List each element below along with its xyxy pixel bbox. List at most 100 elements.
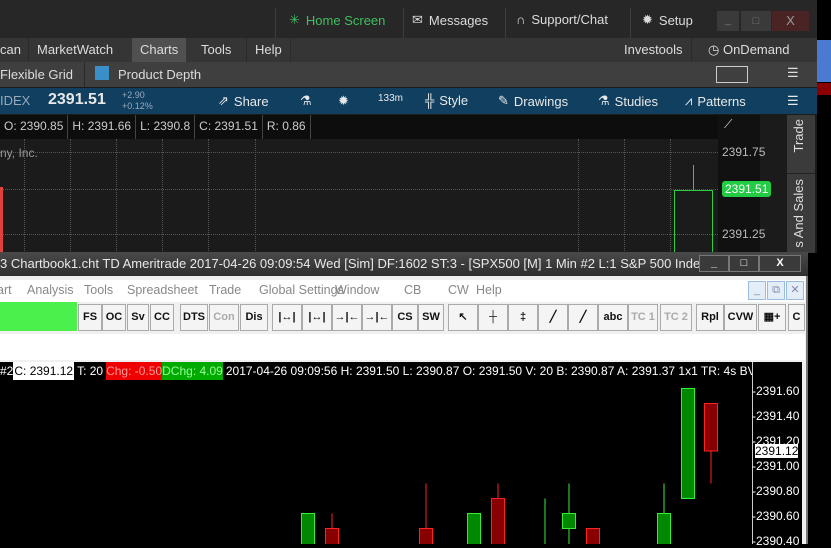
- chart-number: #2: [0, 364, 14, 378]
- close-button[interactable]: X: [759, 255, 801, 272]
- high-value: H: 2391.66: [68, 115, 137, 139]
- studies-button[interactable]: ⚗ Studies: [598, 93, 658, 109]
- toolbar-button-19[interactable]: TC 1: [628, 304, 658, 331]
- last-price-marker: 2391.51: [722, 181, 772, 197]
- toolbar-button-11[interactable]: CS: [392, 304, 418, 331]
- restore-button[interactable]: ⧉: [767, 281, 785, 300]
- tab-scan[interactable]: can: [0, 38, 29, 62]
- style-button[interactable]: ╬ Style: [425, 93, 468, 108]
- toolbar-button-2[interactable]: Sv: [127, 304, 149, 331]
- ohlc-readout: O: 2390.85 H: 2391.66 L: 2390.8 C: 2391.…: [0, 115, 718, 139]
- net-change: +2.90: [122, 90, 145, 100]
- chartbook-title-bar[interactable]: 3 Chartbook1.cht TD Ameritrade 2017-04-2…: [0, 252, 808, 276]
- axis-label: 2391.75: [722, 145, 766, 159]
- axis-label: 2391.25: [722, 227, 766, 241]
- last-price: 2391.51: [48, 91, 106, 108]
- background-window: [817, 0, 831, 544]
- menu-item-window[interactable]: Window: [335, 283, 379, 297]
- toolbar-button-1[interactable]: OC: [102, 304, 126, 331]
- toolbar-button-4[interactable]: DTS: [180, 304, 208, 331]
- lower-candlestick-chart[interactable]: [0, 380, 752, 544]
- pct-change: +0.12%: [122, 101, 153, 111]
- toolbar-button-9[interactable]: →|←: [332, 304, 362, 331]
- menu-item-help[interactable]: Help: [476, 283, 502, 297]
- candle-wick: [693, 165, 694, 190]
- toolbar-button-20[interactable]: TC 2: [660, 304, 692, 331]
- investools-link[interactable]: Investools: [616, 38, 692, 62]
- menu-icon[interactable]: ☰: [787, 93, 799, 109]
- side-tab-time-and-sales[interactable]: s And Sales: [791, 179, 806, 248]
- axis-label: -2390.40: [752, 534, 800, 548]
- menu-item-art[interactable]: art: [0, 283, 12, 297]
- layout-box[interactable]: [716, 66, 748, 83]
- menu-item-global-settings[interactable]: Global Settings: [259, 283, 344, 297]
- low-value: L: 2390.8: [136, 115, 196, 139]
- tab-marketwatch[interactable]: MarketWatch: [28, 38, 121, 62]
- flask-icon[interactable]: ⚗: [300, 93, 312, 109]
- toolbar-button-6[interactable]: Dis: [240, 304, 268, 331]
- drawings-button[interactable]: ✎ Drawings: [498, 93, 568, 109]
- minimize-button[interactable]: _: [717, 11, 739, 31]
- toolbar-button-14[interactable]: ┼: [478, 304, 508, 331]
- upper-price-chart[interactable]: ny, Inc.: [0, 139, 718, 253]
- toolbar-button-10[interactable]: →|←: [362, 304, 392, 331]
- side-tab-trade[interactable]: Trade: [791, 119, 806, 152]
- candle-body: [562, 513, 576, 529]
- menu-item-cb[interactable]: CB: [404, 283, 421, 297]
- toolbar-button-8[interactable]: |↔|: [302, 304, 332, 331]
- menu-icon[interactable]: ☰: [787, 65, 799, 81]
- flask-icon: ⚗: [598, 93, 610, 108]
- patterns-button[interactable]: ⩘ Patterns: [685, 93, 746, 109]
- candle-body: [657, 513, 671, 544]
- toolbar-button-16[interactable]: ╱: [538, 304, 568, 331]
- home-icon: ✳: [289, 12, 300, 27]
- gear-icon[interactable]: ✹: [338, 93, 349, 109]
- patterns-icon: ⩘: [685, 93, 693, 108]
- last-price-marker: 2391.12: [755, 444, 799, 458]
- minimize-button[interactable]: _: [699, 255, 729, 272]
- symbol[interactable]: IDEX: [0, 93, 30, 108]
- maximize-button[interactable]: □: [741, 11, 771, 31]
- menu-item-trade[interactable]: Trade: [209, 283, 241, 297]
- home-screen-button[interactable]: ✳ Home Screen: [289, 12, 385, 28]
- messages-button[interactable]: ✉ Messages: [412, 12, 488, 28]
- product-depth-button[interactable]: Product Depth: [118, 67, 201, 82]
- share-icon: ⇗: [218, 93, 229, 108]
- toolbar-button-5[interactable]: Con: [209, 304, 239, 331]
- toolbar-button-17[interactable]: ╱: [568, 304, 598, 331]
- aggregation-button[interactable]: 133m: [378, 93, 403, 104]
- menu-item-analysis[interactable]: Analysis: [27, 283, 74, 297]
- toolbar-button-0[interactable]: FS: [78, 304, 102, 331]
- product-depth-icon: [95, 66, 109, 80]
- maximize-button[interactable]: □: [729, 255, 759, 272]
- menu-item-cw[interactable]: CW: [448, 283, 469, 297]
- flexible-grid-button[interactable]: Flexible Grid: [0, 67, 73, 82]
- toolbar-button-21[interactable]: Rpl: [696, 304, 724, 331]
- toolbar-button-12[interactable]: SW: [418, 304, 444, 331]
- toolbar-button-7[interactable]: |↔|: [272, 304, 302, 331]
- ondemand-button[interactable]: ◷ OnDemand: [700, 38, 797, 62]
- restore-min-button[interactable]: _: [748, 281, 766, 300]
- setup-button[interactable]: ✹ Setup: [642, 12, 693, 28]
- close-child-button[interactable]: ✕: [786, 281, 804, 300]
- tab-charts[interactable]: Charts: [132, 38, 187, 62]
- toolbar-button-15[interactable]: ‡: [508, 304, 538, 331]
- toolbar-button-13[interactable]: ↖: [448, 304, 478, 331]
- tab-tools[interactable]: Tools: [193, 38, 239, 62]
- support-chat-button[interactable]: ∩ Support/Chat: [516, 12, 608, 27]
- share-button[interactable]: ⇗ Share: [218, 93, 269, 109]
- blank-panel: [0, 334, 805, 360]
- study-icon[interactable]: ⟋: [724, 117, 732, 132]
- toolbar-button-24[interactable]: C: [788, 304, 805, 331]
- axis-label: -2391.60: [752, 384, 800, 398]
- tab-help[interactable]: Help: [246, 38, 291, 62]
- close-button[interactable]: X: [772, 11, 809, 31]
- menu-item-tools[interactable]: Tools: [84, 283, 113, 297]
- bar-details: 2017-04-26 09:09:56 H: 2391.50 L: 2390.8…: [225, 364, 752, 378]
- toolbar-button-22[interactable]: CVW: [724, 304, 757, 331]
- menu-item-spreadsheet[interactable]: Spreadsheet: [127, 283, 198, 297]
- pencil-icon: ✎: [498, 93, 509, 108]
- toolbar-button-23[interactable]: ▦+: [758, 304, 786, 331]
- toolbar-button-18[interactable]: abc: [598, 304, 628, 331]
- toolbar-button-3[interactable]: CC: [150, 304, 174, 331]
